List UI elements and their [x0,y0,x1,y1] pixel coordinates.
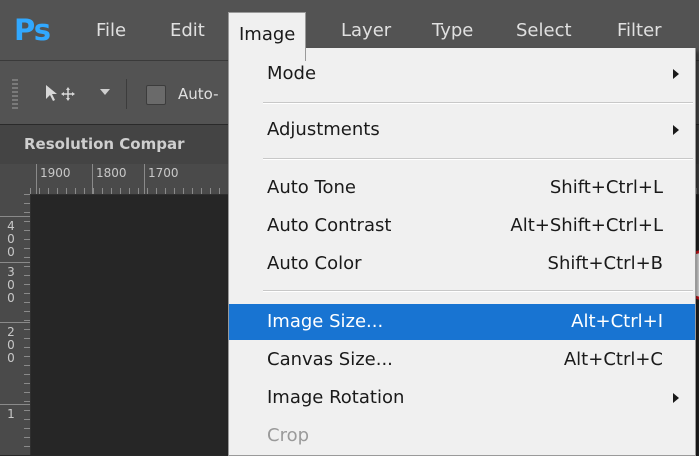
ruler-tick-label: 1800 [96,166,127,180]
menu-item-label: Image Size... [267,311,384,332]
ruler-tick-label: 400 [7,219,15,259]
menu-item-shortcut: Alt+Shift+Ctrl+L [510,215,663,236]
menu-item-shortcut: Alt+Ctrl+I [571,311,663,332]
submenu-arrow-icon [673,125,679,135]
ruler-tick-label: 200 [7,325,15,365]
auto-select-label: Auto- [178,85,219,103]
ruler-major-tick [0,262,30,263]
menu-item-image-size[interactable]: Image Size... Alt+Ctrl+I [229,304,695,340]
ruler-major-tick [0,216,30,217]
submenu-arrow-icon [673,393,679,403]
menu-item-label: Mode [267,63,317,84]
menu-item-label: Adjustments [267,119,380,140]
menu-item-auto-color[interactable]: Auto Color Shift+Ctrl+B [229,246,695,282]
ruler-major-tick [36,164,37,194]
menu-separator [263,290,693,292]
menu-item-label: Image Rotation [267,387,405,408]
options-divider [126,79,127,109]
menu-file[interactable]: File [86,14,136,48]
menu-item-image-rotation[interactable]: Image Rotation [229,380,695,416]
submenu-arrow-icon [673,69,679,79]
menu-layer[interactable]: Layer [331,14,401,48]
ruler-major-tick [0,322,30,323]
ruler-major-tick [144,164,145,194]
menu-item-mode[interactable]: Mode [229,56,695,92]
ruler-tick-label: 300 [7,265,15,305]
ruler-tick-label: 1 [7,407,15,421]
menu-item-auto-contrast[interactable]: Auto Contrast Alt+Shift+Ctrl+L [229,208,695,244]
menu-item-label: Canvas Size... [267,349,393,370]
menu-item-adjustments[interactable]: Adjustments [229,112,695,148]
image-menu-dropdown: Mode Adjustments Auto Tone Shift+Ctrl+L … [228,48,696,456]
ruler-major-tick [0,404,30,405]
menu-item-shortcut: Alt+Ctrl+C [563,349,663,370]
ruler-minor-ticks [24,194,30,455]
menu-filter[interactable]: Filter [607,14,672,48]
menu-item-canvas-size[interactable]: Canvas Size... Alt+Ctrl+C [229,342,695,378]
menu-item-shortcut: Shift+Ctrl+B [547,253,663,274]
menu-image[interactable]: Image [228,12,307,61]
menu-item-crop: Crop [229,418,695,454]
ruler-tick-label: 1700 [148,166,179,180]
menu-item-label: Auto Color [267,253,362,274]
ruler-major-tick [92,164,93,194]
menu-item-label: Auto Contrast [267,215,392,236]
vertical-ruler[interactable]: 400 300 200 1 [0,194,31,455]
ruler-tick-label: 1900 [40,166,71,180]
panel-grip-handle[interactable] [12,79,18,109]
menu-separator [263,102,693,104]
document-tab-title: Resolution Compar [24,135,185,153]
menu-edit[interactable]: Edit [160,14,215,48]
menu-item-label: Crop [267,425,310,446]
move-tool-icon[interactable] [44,83,88,108]
menu-item-label: Auto Tone [267,177,356,198]
menu-separator [263,158,693,160]
photoshop-logo: Ps [14,13,51,47]
menu-item-shortcut: Shift+Ctrl+L [549,177,663,198]
auto-select-checkbox[interactable] [146,85,166,105]
ruler-corner[interactable] [0,164,31,195]
menu-type[interactable]: Type [422,14,483,48]
tool-preset-dropdown-arrow-icon[interactable] [100,89,110,95]
menu-select[interactable]: Select [506,14,582,48]
menu-item-auto-tone[interactable]: Auto Tone Shift+Ctrl+L [229,170,695,206]
